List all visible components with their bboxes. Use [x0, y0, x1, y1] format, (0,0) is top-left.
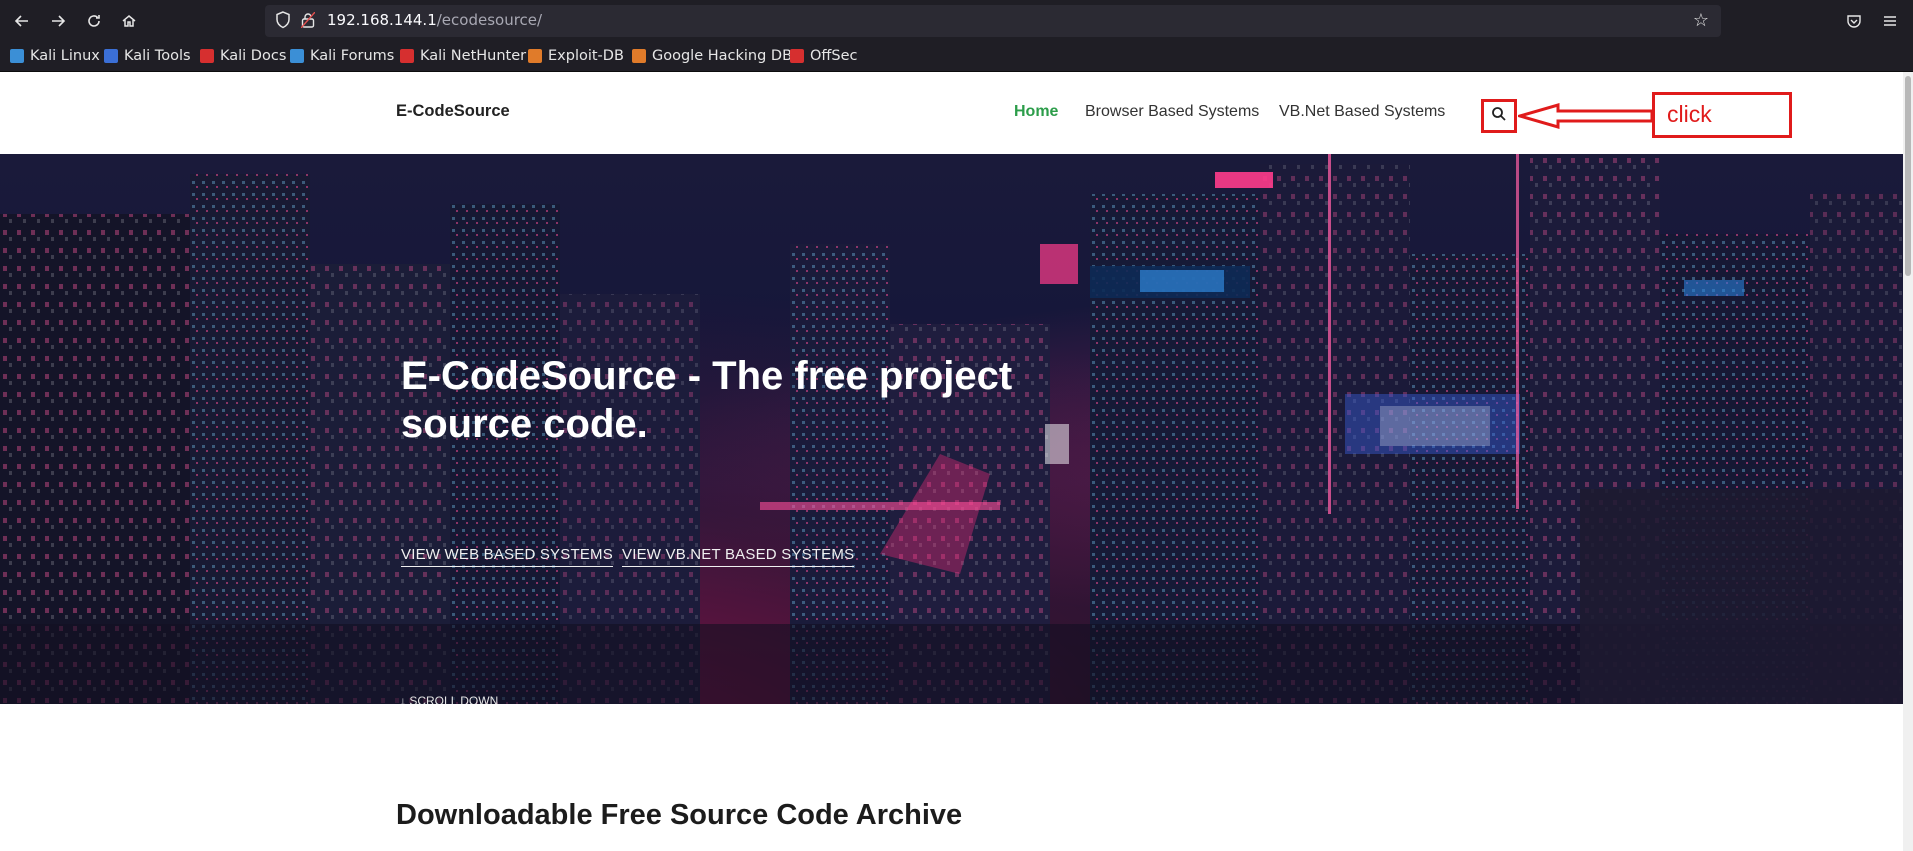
bookmark-offsec[interactable]: OffSec: [790, 48, 858, 64]
nav-vbnet-based-systems[interactable]: VB.Net Based Systems: [1279, 103, 1445, 121]
nav-browser-based-systems[interactable]: Browser Based Systems: [1085, 103, 1259, 121]
bookmark-label: Google Hacking DB: [652, 48, 793, 64]
menu-hamburger-icon[interactable]: [1878, 9, 1902, 33]
bookmark-kali-nethunter[interactable]: Kali NetHunter: [400, 48, 526, 64]
arrow-down-icon: ↓: [400, 694, 410, 704]
bookmark-label: Kali Linux: [30, 48, 100, 64]
scroll-down-link[interactable]: ↓ SCROLL DOWN: [400, 694, 498, 704]
exploit-db-icon: [528, 49, 542, 63]
bookmark-label: OffSec: [810, 48, 858, 64]
nethunter-icon: [400, 49, 414, 63]
bookmark-kali-tools[interactable]: Kali Tools: [104, 48, 191, 64]
bookmark-label: Kali Tools: [124, 48, 191, 64]
address-bar[interactable]: 192.168.144.1/ecodesource/ ☆: [265, 5, 1721, 37]
kali-docs-icon: [200, 49, 214, 63]
search-button[interactable]: [1481, 99, 1517, 133]
bookmarks-bar: Kali Linux Kali Tools Kali Docs Kali For…: [0, 42, 1913, 72]
home-icon[interactable]: [117, 9, 141, 33]
ghdb-icon: [632, 49, 646, 63]
bookmark-exploit-db[interactable]: Exploit-DB: [528, 48, 624, 64]
bookmark-star-icon[interactable]: ☆: [1693, 10, 1709, 31]
bookmark-label: Kali Docs: [220, 48, 287, 64]
annotation-click-text: click: [1667, 101, 1712, 127]
bookmark-kali-linux[interactable]: Kali Linux: [10, 48, 100, 64]
site-header: E-CodeSource Home Browser Based Systems …: [0, 72, 1903, 154]
url-text: 192.168.144.1/ecodesource/: [327, 11, 542, 29]
browser-toolbar: 192.168.144.1/ecodesource/ ☆: [0, 0, 1913, 42]
bookmark-google-hacking-db[interactable]: Google Hacking DB: [632, 48, 792, 64]
site-brand[interactable]: E-CodeSource: [396, 102, 510, 121]
scrollbar-thumb[interactable]: [1905, 76, 1911, 276]
view-web-based-systems-link[interactable]: VIEW WEB BASED SYSTEMS: [401, 546, 613, 567]
hero-banner: E-CodeSource - The free project source c…: [0, 154, 1903, 704]
kali-tools-icon: [104, 49, 118, 63]
kali-forums-icon: [290, 49, 304, 63]
annotation-arrow: [1518, 103, 1654, 129]
reload-icon[interactable]: [82, 9, 106, 33]
url-host: 192.168.144.1: [327, 11, 437, 29]
scroll-down-label: SCROLL DOWN: [409, 694, 499, 704]
view-vbnet-based-systems-link[interactable]: VIEW VB.NET BASED SYSTEMS: [622, 546, 855, 567]
bookmark-label: Exploit-DB: [548, 48, 624, 64]
bookmark-kali-forums[interactable]: Kali Forums: [290, 48, 394, 64]
search-icon: [1491, 106, 1507, 126]
back-arrow-icon[interactable]: [10, 9, 34, 33]
insecure-lock-icon[interactable]: [300, 11, 316, 32]
nav-home[interactable]: Home: [1014, 103, 1058, 121]
bookmark-label: Kali Forums: [310, 48, 395, 64]
annotation-click-box: click: [1652, 92, 1792, 138]
web-page: E-CodeSource Home Browser Based Systems …: [0, 72, 1903, 851]
forward-arrow-icon[interactable]: [46, 9, 70, 33]
bookmark-kali-docs[interactable]: Kali Docs: [200, 48, 286, 64]
page-scrollbar[interactable]: [1903, 72, 1913, 851]
hero-title: E-CodeSource - The free project source c…: [401, 354, 1013, 446]
shield-icon[interactable]: [275, 11, 291, 33]
bookmark-label: Kali NetHunter: [420, 48, 527, 64]
offsec-icon: [790, 49, 804, 63]
pocket-icon[interactable]: [1842, 9, 1866, 33]
kali-dragon-icon: [10, 49, 24, 63]
section-title: Downloadable Free Source Code Archive: [396, 799, 963, 831]
url-path: /ecodesource/: [436, 11, 543, 29]
